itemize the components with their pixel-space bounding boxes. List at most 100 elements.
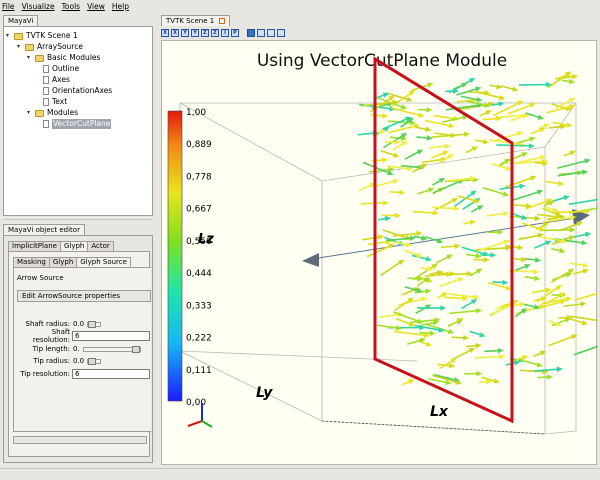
edit-arrowsource-button[interactable]: Edit ArrowSource properties xyxy=(17,290,151,302)
view-x-icon[interactable]: X xyxy=(161,28,169,37)
vector-glyph-head xyxy=(498,101,505,107)
subtab-glyph[interactable]: Glyph xyxy=(48,257,78,267)
cone-left-icon xyxy=(302,253,319,267)
vector-glyph xyxy=(376,324,400,330)
tree-item-vectorcutplane[interactable]: VectorCutPlane xyxy=(42,119,112,129)
editor-horizontal-scrollbar[interactable] xyxy=(13,436,147,444)
view-y-icon[interactable]: Y xyxy=(181,28,189,37)
collapse-arrow-icon[interactable]: ▾ xyxy=(27,53,35,63)
colorbar-tick-label: 0,333 xyxy=(186,301,212,311)
panel-splitter[interactable] xyxy=(3,219,153,223)
collapse-arrow-icon[interactable]: ▾ xyxy=(17,42,25,52)
menu-file[interactable]: File xyxy=(2,2,15,11)
scene-tab-close-icon[interactable] xyxy=(219,18,226,24)
scene-tab[interactable]: TVTK Scene 1 xyxy=(161,15,231,26)
tab-actor[interactable]: Actor xyxy=(87,241,114,251)
axis-label-lz: Lz xyxy=(198,232,214,247)
tree-item-axes[interactable]: Axes xyxy=(42,75,70,85)
vector-glyph-head xyxy=(530,175,537,181)
tab-implicit-plane[interactable]: ImplicitPlane xyxy=(8,241,61,251)
pipeline-panel-tab[interactable]: MayaVi xyxy=(3,15,39,26)
vector-glyph xyxy=(478,91,503,100)
vector-glyph xyxy=(412,210,436,214)
vector-glyph-head xyxy=(497,347,504,354)
menu-bar: File Visualize Tools View Help xyxy=(0,0,600,13)
colorbar xyxy=(167,110,183,402)
scene-viewport[interactable]: Using VectorCutPlane Module 1,00 0,889 0… xyxy=(161,40,600,466)
vector-glyph-head xyxy=(566,122,573,128)
menu-help[interactable]: Help xyxy=(112,2,129,11)
visualization-canvas[interactable]: Using VectorCutPlane Module 1,000,8890,7… xyxy=(162,41,600,466)
tab-glyph[interactable]: Glyph xyxy=(59,241,89,251)
shaft-resolution-input[interactable]: 6 xyxy=(72,331,150,341)
vector-glyph xyxy=(474,355,503,359)
editor-panel-tab[interactable]: MayaVi object editor xyxy=(3,224,85,235)
vector-glyph-head xyxy=(475,342,482,349)
vector-glyph-head xyxy=(534,215,541,222)
tree-item-source[interactable]: ▾ ArraySource xyxy=(17,42,83,52)
menu-tools[interactable]: Tools xyxy=(62,2,80,11)
fullscreen-icon[interactable] xyxy=(257,28,265,37)
vector-glyph xyxy=(541,229,573,232)
vector-glyph-head xyxy=(582,268,589,274)
colorbar-tick-label: 0,444 xyxy=(186,269,212,279)
view-x-neg-icon[interactable]: X xyxy=(171,28,179,37)
tree-item-modules[interactable]: ▾ Modules xyxy=(27,108,78,118)
menu-view[interactable]: View xyxy=(87,2,105,11)
tree-item-label: Modules xyxy=(47,108,79,117)
slider-knob[interactable] xyxy=(88,357,97,365)
vector-glyph-head xyxy=(565,296,572,302)
vector-glyph xyxy=(444,296,466,300)
scene-tab-label: TVTK Scene 1 xyxy=(166,17,215,25)
view-iso-icon[interactable]: I xyxy=(221,28,229,37)
vector-glyph xyxy=(536,213,559,218)
vector-glyph-head xyxy=(473,294,480,300)
vector-glyph-head xyxy=(394,212,401,219)
axes-icon[interactable] xyxy=(267,28,275,37)
tree-item-basic-modules[interactable]: ▾ Basic Modules xyxy=(27,53,100,63)
slider-knob[interactable] xyxy=(131,345,140,353)
vector-glyph-head xyxy=(449,270,456,277)
tip-length-slider[interactable] xyxy=(82,345,141,353)
shaft-radius-value: 0.0 xyxy=(73,320,85,328)
shaft-radius-slider[interactable] xyxy=(87,320,102,328)
tree-item-orientation-axes[interactable]: OrientationAxes xyxy=(42,86,112,96)
vector-glyph-head xyxy=(540,296,548,302)
subtab-masking[interactable]: Masking xyxy=(13,257,50,267)
tip-resolution-input[interactable]: 6 xyxy=(72,369,150,379)
tree-item-scene[interactable]: ▾ TVTK Scene 1 xyxy=(6,31,78,41)
vector-glyph xyxy=(379,313,401,319)
collapse-arrow-icon[interactable]: ▾ xyxy=(6,31,14,41)
slider-knob[interactable] xyxy=(88,320,97,328)
menu-visualize[interactable]: Visualize xyxy=(22,2,55,11)
vector-glyph-head xyxy=(533,268,540,275)
save-icon[interactable] xyxy=(247,28,255,37)
tree-item-outline[interactable]: Outline xyxy=(42,64,79,74)
editor-tabs: ImplicitPlane Glyph Actor xyxy=(8,241,114,251)
tip-radius-slider[interactable] xyxy=(87,357,102,365)
subtab-glyph-source[interactable]: Glyph Source xyxy=(76,257,131,267)
tip-length-label: Tip length: xyxy=(32,345,70,353)
vector-glyph xyxy=(518,234,542,241)
vector-glyph-head xyxy=(420,235,428,241)
scene-toolbar: X X Y Y Z Z I P xyxy=(161,27,287,38)
parallel-projection-icon[interactable]: P xyxy=(231,28,239,37)
tree-item-label: Outline xyxy=(52,64,80,73)
vector-glyph-head xyxy=(585,231,592,238)
document-icon xyxy=(43,120,49,128)
tree-item-text[interactable]: Text xyxy=(42,97,67,107)
vector-glyph-head xyxy=(536,362,543,368)
vector-glyph-head xyxy=(469,219,476,226)
editor-tab-page: Masking Glyph Glyph Source Arrow Source … xyxy=(8,251,151,457)
settings-icon[interactable] xyxy=(277,28,285,37)
vector-glyph xyxy=(519,358,541,367)
view-z-neg-icon[interactable]: Z xyxy=(211,28,219,37)
vector-glyph-head xyxy=(572,74,579,80)
vector-glyph xyxy=(360,202,386,205)
view-z-icon[interactable]: Z xyxy=(201,28,209,37)
collapse-arrow-icon[interactable]: ▾ xyxy=(27,108,35,118)
vector-glyph xyxy=(476,240,508,252)
vector-glyph xyxy=(449,309,480,315)
tip-resolution-label: Tip resolution: xyxy=(20,370,70,378)
view-y-neg-icon[interactable]: Y xyxy=(191,28,199,37)
